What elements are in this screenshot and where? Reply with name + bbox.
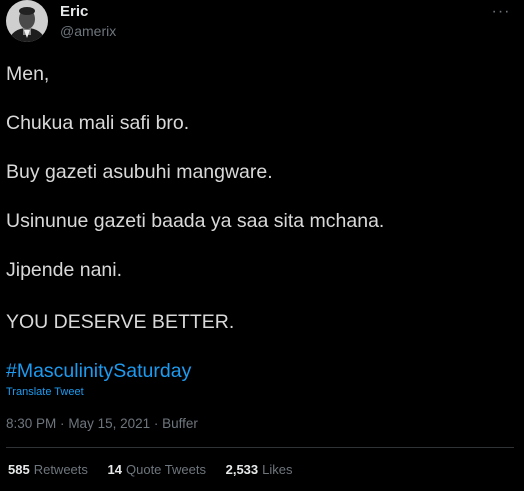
tweet-line: YOU DESERVE BETTER. xyxy=(6,311,235,333)
tweet-line: Usinunue gazeti baada ya saa sita mchana… xyxy=(6,210,385,232)
tweet-stats: 585 Retweets 14 Quote Tweets 2,533 Likes xyxy=(8,462,309,477)
user-handle[interactable]: @amerix xyxy=(60,22,116,40)
retweets-label: Retweets xyxy=(33,462,88,477)
likes-stat[interactable]: 2,533 Likes xyxy=(226,462,293,477)
tweet-line: Men, xyxy=(6,63,50,85)
likes-label: Likes xyxy=(262,462,293,477)
tweet: Eric @amerix ··· Men, Chukua mali safi b… xyxy=(0,0,524,491)
tweet-line: Buy gazeti asubuhi mangware. xyxy=(6,161,273,183)
tweet-header: Eric @amerix ··· xyxy=(6,0,518,46)
more-horizontal-icon[interactable]: ··· xyxy=(484,0,518,24)
translate-tweet-link[interactable]: Translate Tweet xyxy=(6,386,84,398)
tweet-meta: 8:30 PM · May 15, 2021 · Buffer xyxy=(6,416,198,431)
tweet-time[interactable]: 8:30 PM xyxy=(6,416,56,431)
display-name[interactable]: Eric xyxy=(60,3,116,21)
tweet-date[interactable]: May 15, 2021 xyxy=(68,416,150,431)
meta-separator: · xyxy=(153,416,159,431)
quotes-label: Quote Tweets xyxy=(126,462,206,477)
avatar-image xyxy=(6,0,48,42)
quotes-count: 14 xyxy=(107,462,122,477)
meta-separator: · xyxy=(60,416,65,431)
tweet-source[interactable]: Buffer xyxy=(162,416,198,431)
quote-tweets-stat[interactable]: 14 Quote Tweets xyxy=(108,462,206,477)
hashtag-link[interactable]: #MasculinitySaturday xyxy=(6,360,191,382)
avatar[interactable] xyxy=(6,0,48,42)
divider xyxy=(6,447,514,448)
tweet-line: Chukua mali safi bro. xyxy=(6,112,190,134)
retweets-stat[interactable]: 585 Retweets xyxy=(8,462,88,477)
tweet-line: Jipende nani. xyxy=(6,259,123,281)
author-block[interactable]: Eric @amerix xyxy=(60,3,116,40)
likes-count: 2,533 xyxy=(225,462,259,477)
retweets-count: 585 xyxy=(8,462,30,477)
